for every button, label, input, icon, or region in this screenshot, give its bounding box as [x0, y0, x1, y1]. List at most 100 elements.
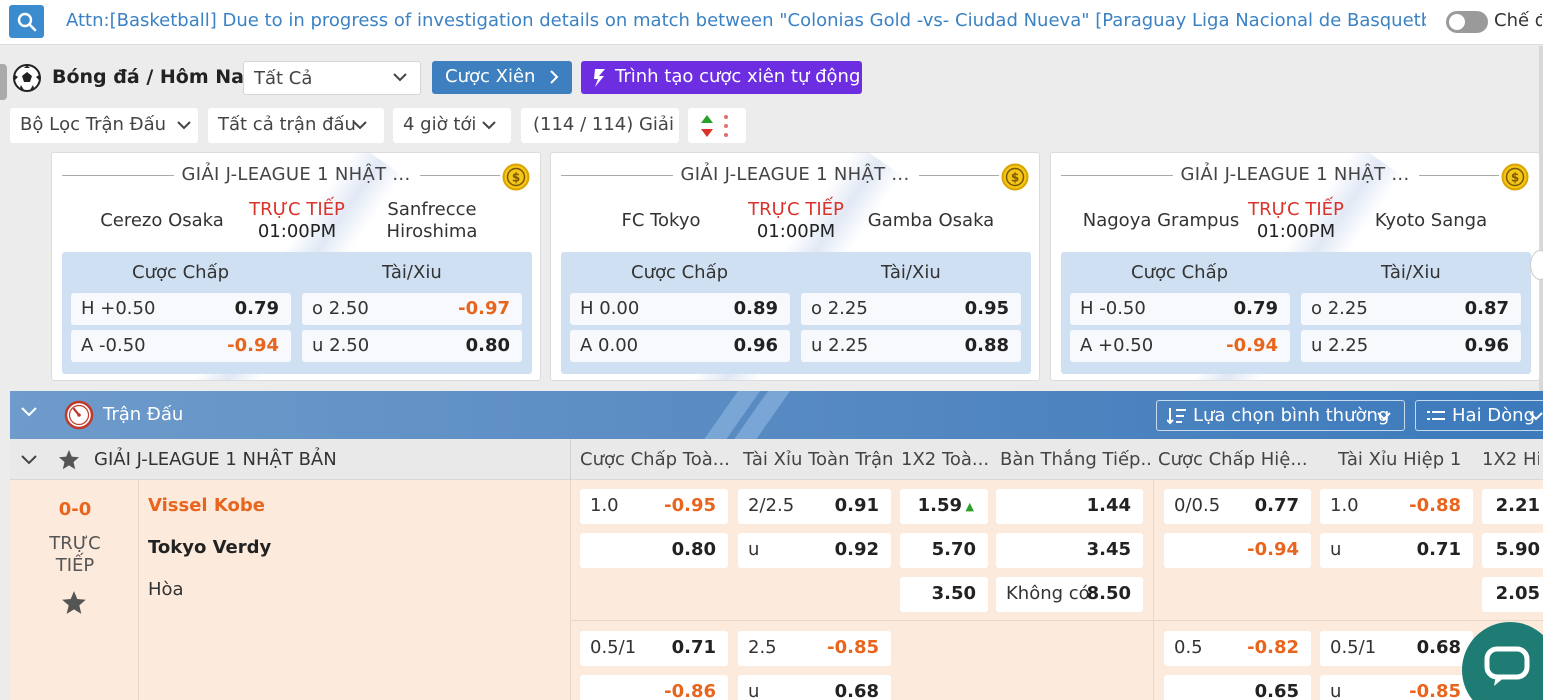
hdp-ft-odds-cell[interactable]: 0.80: [580, 533, 728, 568]
sort-button[interactable]: [688, 108, 746, 143]
ou-h1-odds-cell[interactable]: 1.0 -0.88: [1320, 489, 1473, 524]
ou-ft-odds-cell[interactable]: u 0.92: [738, 533, 891, 568]
hdp-h1-odds-cell[interactable]: -0.94: [1164, 533, 1311, 568]
ou-h1-odds-cell[interactable]: u -0.85: [1320, 675, 1473, 700]
card-hdp-odds-cell[interactable]: A -0.50 -0.94: [71, 330, 291, 362]
team-away[interactable]: Tokyo Verdy: [148, 537, 271, 558]
odds-value: 0.80: [671, 539, 716, 560]
card-ou-odds-cell[interactable]: o 2.50 -0.97: [302, 293, 522, 325]
league-count-label: (114 / 114) Giải: [533, 114, 674, 135]
card-hdp-odds-cell[interactable]: A 0.00 0.96: [570, 330, 790, 362]
featured-match-card[interactable]: GIẢI J-LEAGUE 1 NHẬT ... $ Cerezo Osaka TRỰ…: [51, 152, 541, 381]
odds-line: u: [1330, 681, 1342, 700]
odds-line: A 0.00: [580, 335, 639, 356]
odds-line: 0.5/1: [590, 637, 637, 658]
chevron-down-icon: [1377, 412, 1391, 421]
search-button[interactable]: [9, 5, 44, 38]
odds-value: -0.85: [827, 637, 879, 658]
featured-match-card[interactable]: GIẢI J-LEAGUE 1 NHẬT ... $ Nagoya Grampus T…: [1050, 152, 1540, 381]
sport-filter-select[interactable]: Tất Cả: [243, 61, 421, 95]
collapse-chevron-icon[interactable]: [20, 404, 38, 418]
odds-line: o 2.25: [1311, 298, 1368, 319]
card-carousel-next[interactable]: [1530, 250, 1543, 280]
mode-toggle[interactable]: [1446, 11, 1488, 33]
sort-icon: [701, 115, 728, 137]
chevron-down-icon: [482, 121, 496, 130]
odds-value: -0.94: [1247, 539, 1299, 560]
x12-ft-odds-cell[interactable]: 5.70: [900, 533, 988, 568]
card-away-team: Gamba Osaka: [867, 210, 995, 231]
auto-parlay-button[interactable]: Trình tạo cược xiên tự động: [581, 61, 862, 94]
card-away-team: Sanfrecce Hiroshima: [386, 199, 478, 242]
featured-match-card[interactable]: GIẢI J-LEAGUE 1 NHẬT ... $ FC Tokyo TRỰC TI…: [550, 152, 1040, 381]
ou-h1-odds-cell[interactable]: 0.5/1 0.68: [1320, 631, 1473, 666]
odds-line: u: [748, 681, 760, 700]
card-hdp-odds-cell[interactable]: A +0.50 -0.94: [1070, 330, 1290, 362]
star-icon[interactable]: [58, 449, 80, 471]
ou-h1-odds-cell[interactable]: u 0.71: [1320, 533, 1473, 568]
card-ou-odds-cell[interactable]: o 2.25 0.87: [1301, 293, 1521, 325]
card-hdp-odds-cell[interactable]: H -0.50 0.79: [1070, 293, 1290, 325]
hdp-h1-odds-cell[interactable]: 0.65: [1164, 675, 1311, 700]
list-icon: [1427, 411, 1445, 420]
card-away-team: Kyoto Sanga: [1374, 210, 1488, 231]
odds-value: -0.95: [664, 495, 716, 516]
team-home[interactable]: Vissel Kobe: [148, 495, 265, 516]
hdp-ft-odds-cell[interactable]: 1.0 -0.95: [580, 489, 728, 524]
line-mode-select[interactable]: Hai Dòng: [1415, 400, 1543, 431]
odds-value: 0.65: [1254, 681, 1299, 700]
view-mode-value: Lựa chọn bình thường: [1193, 405, 1390, 426]
card-league-name: GIẢI J-LEAGUE 1 NHẬT ...: [680, 164, 910, 185]
league-count-button[interactable]: (114 / 114) Giải: [521, 108, 679, 143]
card-hdp-header: Cược Chấp: [631, 262, 729, 283]
odds-value: 2.05: [1495, 583, 1540, 604]
next-goal-odds-cell[interactable]: 1.44: [996, 489, 1143, 524]
card-odds-panel: Cược Chấp Tài/Xiu H +0.50 0.79 o 2.50 -0.97 A …: [62, 252, 532, 374]
all-matches-dropdown[interactable]: Tất cả trận đấu: [208, 108, 384, 143]
card-hdp-odds-cell[interactable]: H 0.00 0.89: [570, 293, 790, 325]
odds-line: A -0.50: [81, 335, 146, 356]
card-ou-odds-cell[interactable]: u 2.25 0.96: [1301, 330, 1521, 362]
card-ou-odds-cell[interactable]: u 2.50 0.80: [302, 330, 522, 362]
hdp-ft-odds-cell[interactable]: 0.5/1 0.71: [580, 631, 728, 666]
odds-line: u 2.25: [1311, 335, 1369, 356]
view-mode-select[interactable]: Lựa chọn bình thường: [1156, 400, 1405, 431]
announcement-text[interactable]: Attn:[Basketball] Due to in progress of …: [66, 10, 1426, 31]
ou-ft-odds-cell[interactable]: 2/2.5 0.91: [738, 489, 891, 524]
ou-ft-odds-cell[interactable]: 2.5 -0.85: [738, 631, 891, 666]
odds-value: 0.92: [834, 539, 879, 560]
favorite-star-icon[interactable]: [61, 590, 87, 616]
page-title: Bóng đá / Hôm Nay: [52, 66, 256, 88]
card-ou-odds-cell[interactable]: u 2.25 0.88: [801, 330, 1021, 362]
next-goal-odds-cell[interactable]: Không có 8.50: [996, 577, 1143, 612]
divider: [570, 480, 571, 700]
match-filter-dropdown[interactable]: Bộ Lọc Trận Đấu: [10, 108, 198, 143]
chevron-down-icon: [1529, 412, 1543, 421]
hdp-h1-odds-cell[interactable]: 0.5 -0.82: [1164, 631, 1311, 666]
league-collapse-chevron-icon[interactable]: [20, 452, 38, 466]
odds-value: 0.96: [733, 335, 778, 356]
col-header-hdp-ft: Cược Chấp Toà...: [580, 449, 730, 470]
odds-value: -0.94: [1226, 335, 1278, 356]
x12-h1-odds-cell[interactable]: 2.05: [1482, 577, 1543, 612]
cash-out-coin-icon: $: [1501, 163, 1529, 196]
card-kickoff-time: 01:00PM: [756, 221, 836, 242]
odds-value: 0.96: [1464, 335, 1509, 356]
hdp-ft-odds-cell[interactable]: -0.86: [580, 675, 728, 700]
odds-up-arrow-icon: ▲: [965, 500, 974, 513]
card-ou-odds-cell[interactable]: o 2.25 0.95: [801, 293, 1021, 325]
x12-h1-odds-cell[interactable]: 5.90: [1482, 533, 1543, 568]
x12-ft-odds-cell[interactable]: 3.50: [900, 577, 988, 612]
col-header-1x2-ft: 1X2 Toà...: [901, 449, 990, 470]
ou-ft-odds-cell[interactable]: u 0.68: [738, 675, 891, 700]
x12-h1-odds-cell[interactable]: 2.21: [1482, 489, 1543, 524]
hdp-h1-odds-cell[interactable]: 0/0.5 0.77: [1164, 489, 1311, 524]
next-goal-odds-cell[interactable]: 3.45: [996, 533, 1143, 568]
sort-lines-icon: [1167, 408, 1186, 425]
card-hdp-odds-cell[interactable]: H +0.50 0.79: [71, 293, 291, 325]
parlay-button[interactable]: Cược Xiên: [432, 61, 572, 94]
x12-ft-odds-cell[interactable]: 1.59 ▲: [900, 489, 988, 524]
time-range-dropdown[interactable]: 4 giờ tới: [393, 108, 511, 143]
odds-line: H +0.50: [81, 298, 156, 319]
sidebar-handle[interactable]: [0, 64, 7, 100]
